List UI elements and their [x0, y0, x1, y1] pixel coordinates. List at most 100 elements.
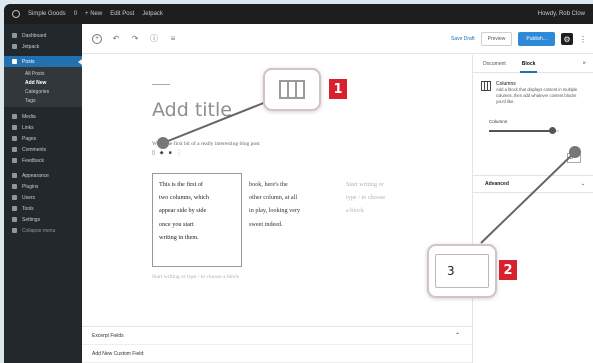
appearance-icon — [12, 173, 17, 178]
sidebar-item-label: Jetpack — [22, 43, 40, 50]
chevron-down-icon[interactable]: ⌄ — [581, 181, 585, 187]
sidebar-item-label: Appearance — [22, 172, 49, 179]
meta-row-label: Excerpt Fields — [92, 332, 124, 339]
default-block-appender[interactable]: Start writing or type / to choose a bloc… — [152, 274, 239, 280]
sidebar-item-appearance[interactable]: Appearance — [4, 170, 82, 181]
pages-icon — [12, 136, 17, 141]
admin-new-link[interactable]: + New — [85, 11, 102, 17]
links-icon — [12, 125, 17, 130]
column-1[interactable]: This is the first of two columns, which … — [152, 173, 242, 267]
sidebar-sub-tags[interactable]: Tags — [4, 96, 82, 105]
advanced-panel-title: Advanced — [485, 181, 509, 187]
admin-howdy[interactable]: Howdy, Rob Clow — [538, 11, 585, 17]
sidebar-item-comments[interactable]: Comments — [4, 144, 82, 155]
column-text-line: two columns, which — [159, 194, 210, 202]
save-draft-button[interactable]: Save Draft — [451, 36, 475, 42]
sidebar-item-plugins[interactable]: Plugins — [4, 181, 82, 192]
undo-icon[interactable]: ↶ — [111, 34, 121, 44]
columns-number-field[interactable]: 3 — [435, 254, 489, 288]
sidebar-item-label: Links — [22, 124, 34, 131]
info-icon[interactable]: ⓘ — [149, 34, 159, 44]
meta-row-custom-field[interactable]: Add New Custom Field: — [82, 345, 472, 363]
block-card-description: Add a block that displays content in mul… — [496, 87, 578, 104]
comments-icon — [12, 147, 17, 152]
more-options-icon[interactable]: ⋮ — [579, 35, 587, 44]
publish-button[interactable]: Publish... — [518, 32, 555, 46]
column-text-line: writing in them. — [159, 233, 199, 241]
block-type-icon[interactable]: ▯ — [152, 150, 155, 156]
admin-comments-count[interactable]: 0 — [74, 11, 77, 17]
sidebar-item-label: Settings — [22, 216, 41, 223]
sidebar-posts-submenu: All Posts Add New Categories Tags — [4, 67, 82, 107]
advanced-panel[interactable]: Advanced ⌄ — [473, 175, 593, 193]
column-3[interactable]: Start writing or type / to choose a bloc… — [346, 173, 436, 218]
sidebar-item-label: Users — [22, 194, 36, 201]
tab-document[interactable]: Document — [483, 61, 506, 67]
sidebar-item-label: Media — [22, 113, 36, 120]
chevron-up-icon[interactable]: ⌃ — [455, 332, 460, 339]
columns-control-label: Columns — [489, 119, 508, 124]
sidebar-item-users[interactable]: Users — [4, 192, 82, 203]
sidebar-item-label: Posts — [22, 58, 35, 65]
step-badge-2: 2 — [499, 260, 517, 280]
sidebar-item-label: Feedback — [22, 157, 44, 164]
tools-icon — [12, 206, 17, 211]
close-icon[interactable]: × — [582, 61, 586, 67]
block-toolbar: ▯ ◆ ■ ⋮ — [152, 150, 182, 156]
inspector-tabs: Document Block × — [473, 55, 593, 73]
admin-sidebar: Dashboard Jetpack Posts All Posts Add Ne… — [4, 24, 82, 363]
admin-site-name[interactable]: Simple Goods — [28, 11, 66, 17]
column-text-line: appear side by side — [159, 207, 207, 215]
sidebar-item-label: Tools — [22, 205, 34, 212]
sidebar-item-label: Dashboard — [22, 32, 47, 39]
slider-thumb[interactable] — [548, 127, 556, 134]
columns-range-slider[interactable] — [489, 124, 559, 138]
paragraph-block[interactable]: Write the first bit of a really interest… — [152, 141, 260, 147]
column-text-line: This is the first of — [159, 181, 203, 188]
sidebar-sub-all-posts[interactable]: All Posts — [4, 69, 82, 78]
editor-screen: Simple Goods 0 + New Edit Post Jetpack H… — [4, 4, 593, 363]
media-icon — [12, 114, 17, 119]
column-2[interactable]: book, here's the other column, at all in… — [249, 173, 339, 231]
admin-edit-link[interactable]: Edit Post — [110, 11, 134, 17]
editor-toolbar: + ↶ ↷ ⓘ ≡ Save Draft Preview Publish... … — [82, 24, 593, 54]
column-text-line: once you start — [159, 220, 194, 228]
sidebar-sub-add-new[interactable]: Add New — [4, 78, 82, 87]
sidebar-item-feedback[interactable]: Feedback — [4, 155, 82, 166]
wordpress-logo-icon[interactable] — [12, 10, 20, 18]
block-more-icon[interactable]: ⋮ — [177, 150, 182, 156]
sidebar-collapse-menu[interactable]: Collapse menu — [4, 225, 82, 236]
block-move-icon[interactable]: ◆ — [160, 150, 164, 156]
sidebar-sub-categories[interactable]: Categories — [4, 87, 82, 96]
column-text-line: other column, at all — [249, 194, 298, 202]
settings-gear-icon[interactable]: ⚙ — [561, 33, 573, 45]
sidebar-item-media[interactable]: Media — [4, 111, 82, 122]
settings-icon — [12, 217, 17, 222]
slider-fill — [489, 130, 556, 132]
sidebar-item-tools[interactable]: Tools — [4, 203, 82, 214]
sidebar-item-posts[interactable]: Posts — [4, 56, 82, 67]
sidebar-item-pages[interactable]: Pages — [4, 133, 82, 144]
column-text-line: sweet indeed. — [249, 220, 283, 228]
columns-number-input[interactable]: 3 — [567, 153, 581, 163]
block-card: Columns Add a block that displays conten… — [473, 73, 593, 105]
sidebar-item-settings[interactable]: Settings — [4, 214, 82, 225]
sidebar-item-jetpack[interactable]: Jetpack — [4, 41, 82, 52]
post-title-input[interactable]: Add title — [152, 99, 232, 121]
redo-icon[interactable]: ↷ — [130, 34, 140, 44]
posts-icon — [12, 59, 17, 64]
sidebar-item-dashboard[interactable]: Dashboard — [4, 30, 82, 41]
feedback-icon — [12, 158, 17, 163]
meta-row-excerpt[interactable]: Excerpt Fields ⌃ — [82, 327, 472, 345]
toolbar-actions: Save Draft Preview Publish... ⚙ ⋮ — [451, 24, 593, 54]
admin-jetpack-link[interactable]: Jetpack — [142, 11, 163, 17]
column-text-line: type / to choose — [346, 194, 386, 202]
tab-block[interactable]: Block — [519, 61, 538, 73]
title-divider — [152, 84, 170, 85]
block-align-icon[interactable]: ■ — [169, 150, 172, 156]
callout-columns-number: 3 — [427, 244, 497, 298]
add-block-icon[interactable]: + — [92, 33, 102, 44]
sidebar-item-links[interactable]: Links — [4, 122, 82, 133]
block-navigation-icon[interactable]: ≡ — [168, 34, 178, 44]
preview-button[interactable]: Preview — [480, 32, 513, 46]
